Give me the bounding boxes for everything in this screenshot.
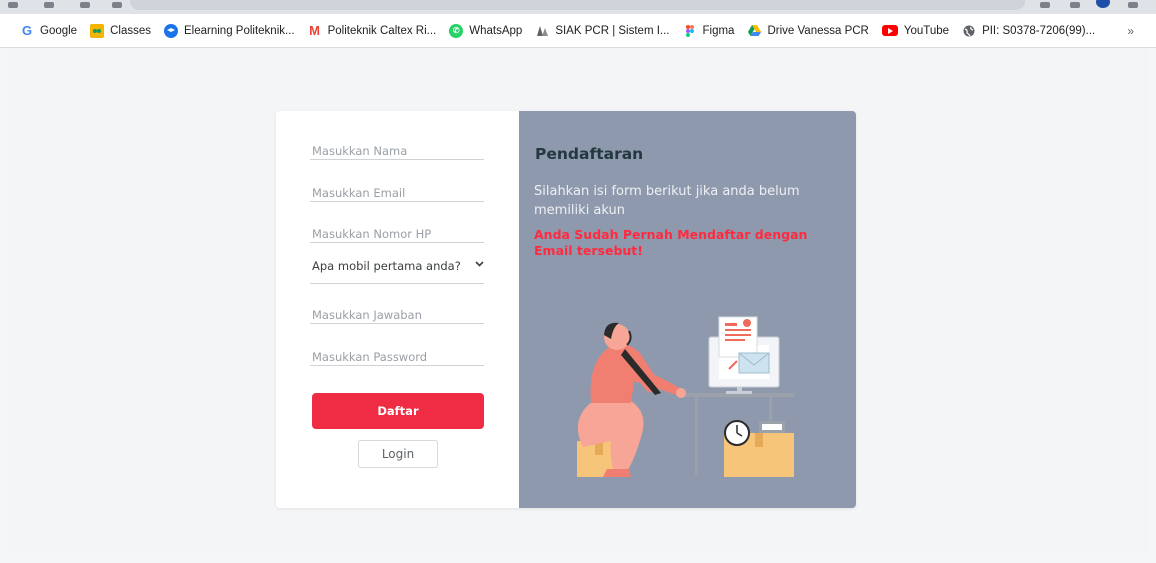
menu-icon[interactable] bbox=[1128, 2, 1138, 8]
bookmark-siak[interactable]: SIAK PCR | Sistem I... bbox=[535, 24, 670, 38]
google-icon: G bbox=[21, 23, 33, 38]
home-icon[interactable] bbox=[112, 2, 122, 8]
info-panel: Pendaftaran Silahkan isi form berikut ji… bbox=[519, 111, 856, 508]
password-placeholder: Masukkan Password bbox=[312, 350, 428, 364]
globe-icon bbox=[962, 24, 976, 38]
more-bookmarks-button[interactable]: » bbox=[1127, 24, 1134, 38]
bookmark-label: WhatsApp bbox=[469, 24, 523, 37]
bookmark-youtube[interactable]: YouTube bbox=[881, 24, 950, 37]
figma-icon bbox=[683, 24, 697, 38]
whatsapp-icon: ✆ bbox=[449, 23, 464, 38]
chevron-down-icon bbox=[475, 259, 484, 270]
page-title: Pendaftaran bbox=[535, 145, 644, 163]
bookmark-figma[interactable]: Figma bbox=[683, 24, 735, 38]
profile-avatar[interactable] bbox=[1096, 0, 1110, 8]
siak-icon bbox=[535, 24, 549, 38]
registration-form: Masukkan Nama Masukkan Email Masukkan No… bbox=[276, 111, 519, 508]
elearning-icon bbox=[164, 23, 178, 38]
security-question-select[interactable]: Apa mobil pertama anda? bbox=[310, 243, 484, 284]
bookmark-whatsapp[interactable]: ✆ WhatsApp bbox=[449, 23, 523, 38]
password-input[interactable]: Masukkan Password bbox=[310, 325, 484, 366]
bookmark-politeknik[interactable]: M Politeknik Caltex Ri... bbox=[308, 23, 437, 38]
bookmark-label: YouTube bbox=[903, 24, 950, 37]
extensions-icon[interactable] bbox=[1040, 2, 1050, 8]
registration-card: Masukkan Nama Masukkan Email Masukkan No… bbox=[276, 111, 856, 508]
reload-icon[interactable] bbox=[80, 2, 90, 8]
login-button[interactable]: Login bbox=[358, 440, 438, 468]
bookmark-elearning[interactable]: Elearning Politeknik... bbox=[164, 23, 295, 38]
classes-icon bbox=[90, 23, 105, 38]
phone-placeholder: Masukkan Nomor HP bbox=[312, 227, 432, 241]
bookmarks-bar: G Google Classes Elearning Politeknik...… bbox=[0, 14, 1156, 48]
security-question-value: Apa mobil pertama anda? bbox=[312, 259, 461, 273]
bookmark-label: Figma bbox=[702, 24, 735, 37]
gmail-icon: M bbox=[309, 23, 321, 38]
bookmark-label: PII: S0378-7206(99)... bbox=[982, 24, 1096, 37]
email-input[interactable]: Masukkan Email bbox=[310, 161, 484, 202]
back-icon[interactable] bbox=[8, 2, 18, 8]
drive-icon bbox=[747, 24, 761, 38]
answer-placeholder: Masukkan Jawaban bbox=[312, 308, 422, 322]
bookmark-label: Drive Vanessa PCR bbox=[767, 24, 869, 37]
email-placeholder: Masukkan Email bbox=[312, 186, 406, 200]
address-bar-strip bbox=[0, 0, 1156, 14]
bookmark-google[interactable]: G Google bbox=[20, 23, 78, 38]
bookmark-label: Politeknik Caltex Ri... bbox=[327, 24, 437, 37]
bookmark-label: Google bbox=[40, 24, 78, 37]
bookmark-pii[interactable]: PII: S0378-7206(99)... bbox=[962, 24, 1095, 38]
bookmark-label: Elearning Politeknik... bbox=[184, 24, 295, 37]
registration-illustration bbox=[577, 316, 794, 477]
bookmark-label: SIAK PCR | Sistem I... bbox=[555, 24, 670, 37]
bookmark-label: Classes bbox=[110, 24, 151, 37]
description-text: Silahkan isi form berikut jika anda belu… bbox=[534, 184, 800, 218]
forward-icon[interactable] bbox=[44, 2, 54, 8]
bookmark-drive[interactable]: Drive Vanessa PCR bbox=[747, 24, 869, 38]
bookmark-classes[interactable]: Classes bbox=[90, 23, 151, 38]
name-placeholder: Masukkan Nama bbox=[312, 144, 408, 158]
name-input[interactable]: Masukkan Nama bbox=[310, 119, 484, 160]
answer-input[interactable]: Masukkan Jawaban bbox=[310, 283, 484, 324]
omnibox[interactable] bbox=[130, 0, 1025, 10]
sidepanel-icon[interactable] bbox=[1070, 2, 1080, 8]
error-message: Anda Sudah Pernah Mendaftar dengan Email… bbox=[534, 227, 808, 258]
youtube-icon bbox=[881, 25, 898, 36]
phone-input[interactable]: Masukkan Nomor HP bbox=[310, 202, 484, 243]
daftar-button[interactable]: Daftar bbox=[312, 393, 484, 429]
